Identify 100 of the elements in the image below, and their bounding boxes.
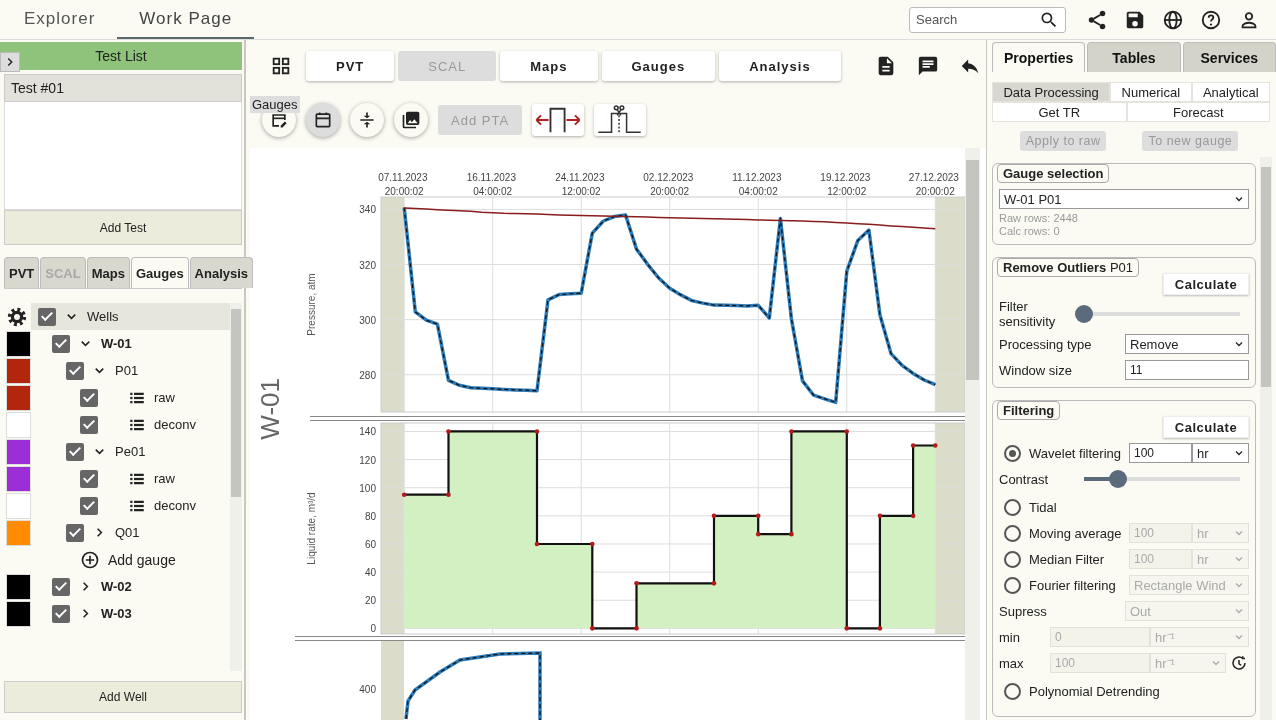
tool-button[interactable] <box>350 103 384 137</box>
settings-icon[interactable] <box>6 305 28 328</box>
tab[interactable]: Tables <box>1087 42 1181 72</box>
data-point <box>932 443 938 448</box>
color-swatch[interactable] <box>6 384 31 411</box>
plus-circle-icon[interactable] <box>80 549 100 570</box>
checkbox[interactable] <box>52 334 70 353</box>
shift-button[interactable] <box>532 104 585 136</box>
calculate-button[interactable]: Calculate <box>1163 416 1249 438</box>
subtab[interactable]: Data Processing <box>992 82 1111 102</box>
subtab[interactable]: Forecast <box>1126 102 1270 122</box>
tree-item-label[interactable]: raw <box>154 471 175 486</box>
expand-button[interactable] <box>0 52 20 72</box>
color-swatch[interactable] <box>6 573 31 600</box>
color-swatch[interactable] <box>6 519 31 546</box>
module-button[interactable]: Maps <box>500 51 598 81</box>
data-point <box>844 626 850 631</box>
checkbox[interactable] <box>80 388 98 407</box>
checkbox[interactable] <box>80 469 98 488</box>
radio-button[interactable] <box>1004 498 1021 516</box>
color-swatch[interactable] <box>6 600 31 627</box>
radio-button[interactable] <box>1004 682 1021 700</box>
data-point <box>534 541 540 547</box>
module-button[interactable]: Analysis <box>719 51 841 81</box>
data-point <box>910 513 916 519</box>
color-swatch[interactable] <box>6 330 31 357</box>
tab[interactable]: PVT <box>4 257 40 288</box>
input-field[interactable]: 100 <box>1129 443 1192 463</box>
data-point <box>590 626 595 631</box>
scrollbar[interactable] <box>965 148 980 720</box>
data-point <box>910 443 916 448</box>
checkbox[interactable] <box>66 442 84 461</box>
tool-button[interactable] <box>394 103 428 137</box>
radio-button[interactable] <box>1004 444 1021 462</box>
tree-item-label[interactable]: deconv <box>154 498 196 513</box>
color-swatch[interactable] <box>6 492 31 519</box>
radio-label[interactable]: Polynomial Detrending <box>1029 683 1160 699</box>
radio-label[interactable]: Tidal <box>1029 499 1129 515</box>
input-field[interactable]: 11 <box>1125 360 1249 380</box>
tree-item-label[interactable]: Pe01 <box>115 444 146 459</box>
scrollbar[interactable] <box>230 303 242 671</box>
tree-item-label[interactable]: Wells <box>87 309 119 324</box>
field-label: Filter sensitivity <box>999 299 1057 329</box>
module-button[interactable]: PVT <box>306 51 395 81</box>
tool-button[interactable] <box>306 103 340 137</box>
nav-tab[interactable]: Work Page <box>117 0 255 39</box>
tree-item-label[interactable]: W-02 <box>101 579 132 594</box>
tree-item-label[interactable]: W-01 <box>101 336 132 351</box>
checkbox[interactable] <box>66 361 84 380</box>
color-swatch[interactable] <box>6 465 31 492</box>
dropdown[interactable]: hr <box>1192 443 1249 463</box>
tree-item-label[interactable]: Q01 <box>115 525 140 540</box>
axis-tick-label: 27.12.2023 20:00:02 <box>908 172 959 197</box>
checkbox[interactable] <box>80 415 98 434</box>
tree-item-label[interactable]: raw <box>154 390 175 405</box>
cut-button[interactable] <box>594 104 647 136</box>
globe-icon[interactable] <box>1162 8 1184 31</box>
slider-thumb[interactable] <box>1109 470 1128 488</box>
radio-label[interactable]: Wavelet filtering <box>1029 445 1129 461</box>
tab[interactable]: Properties <box>992 42 1086 72</box>
color-swatch[interactable] <box>6 411 31 438</box>
checkbox[interactable] <box>66 523 84 542</box>
grid-icon[interactable] <box>270 55 292 77</box>
tab[interactable]: Maps <box>86 257 130 288</box>
tab[interactable]: Analysis <box>189 257 254 288</box>
section-title: Filtering <box>997 401 1061 420</box>
subtab[interactable]: Analytical <box>1191 82 1270 102</box>
tree-item-label[interactable]: W-03 <box>101 606 132 621</box>
add-well-button[interactable]: Add Well <box>4 681 242 713</box>
add-test-button[interactable]: Add Test <box>4 210 242 245</box>
tab[interactable]: Gauges <box>130 257 189 288</box>
axis-tick-label: 280 <box>359 369 376 381</box>
checkbox[interactable] <box>38 307 56 326</box>
dropdown[interactable]: Remove <box>1125 334 1249 354</box>
well-label: W-01 <box>254 378 286 440</box>
scrollbar[interactable] <box>1260 157 1272 720</box>
comment-icon[interactable] <box>916 55 939 77</box>
tree-item-label[interactable]: deconv <box>154 417 196 432</box>
subtab[interactable]: Numerical <box>1110 82 1192 102</box>
checkbox[interactable] <box>80 496 98 515</box>
data-point <box>446 492 451 498</box>
add-gauge-link[interactable]: Add gauge <box>108 551 176 568</box>
dropdown[interactable]: W-01 P01 <box>999 189 1249 209</box>
share-icon[interactable] <box>1086 8 1108 31</box>
color-swatch[interactable] <box>6 438 31 465</box>
tree-item-label[interactable]: P01 <box>115 363 139 378</box>
checkbox[interactable] <box>52 577 70 596</box>
test-item[interactable]: Test #01 <box>4 74 242 102</box>
module-button[interactable]: Gauges <box>601 51 716 81</box>
calculate-button[interactable]: Calculate <box>1163 273 1249 295</box>
color-swatch[interactable] <box>6 357 31 384</box>
subtab[interactable]: Get TR <box>992 102 1127 122</box>
info-text: Calc rows: 0 <box>999 225 1061 238</box>
search-field[interactable]: Search <box>909 6 1066 33</box>
slider-thumb[interactable] <box>1075 305 1093 323</box>
data-point <box>877 626 883 631</box>
tab[interactable]: Services <box>1182 42 1276 72</box>
checkbox[interactable] <box>52 604 70 623</box>
nav-tab[interactable]: Explorer <box>2 0 118 39</box>
help-icon[interactable] <box>1200 8 1222 31</box>
